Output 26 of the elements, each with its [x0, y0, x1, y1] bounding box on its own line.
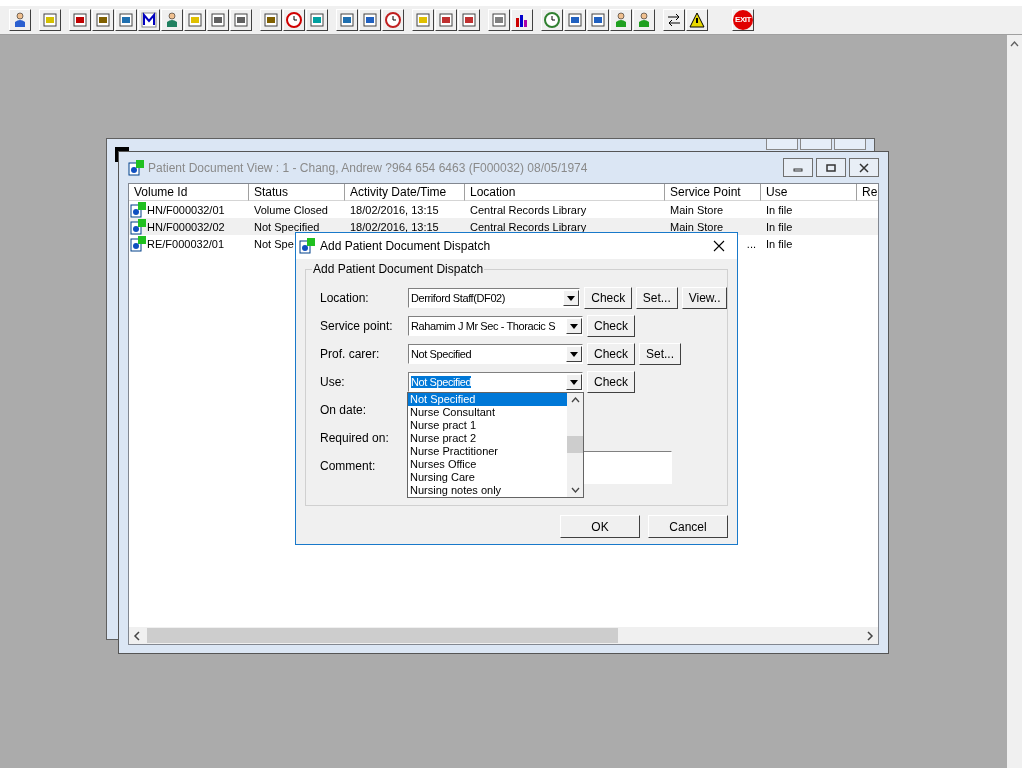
field-label: Required on:	[320, 431, 390, 445]
field-label: Prof. carer:	[320, 347, 381, 361]
table-cell: Central Records Library	[470, 203, 587, 216]
table-cell: RE/F000032/01	[147, 237, 225, 250]
table-cell: 18/02/2016, 13:15	[350, 203, 439, 216]
field-label: Service point:	[320, 319, 394, 333]
table-cell: Central Records Library	[470, 220, 587, 233]
table-cell: Not Specified	[254, 220, 320, 233]
table-cell: HN/F000032/01	[147, 203, 225, 216]
table-cell: Volume Closed	[254, 203, 328, 216]
table-cell: In file	[766, 237, 793, 250]
table-cell: Main Store	[670, 203, 724, 216]
table-cell: Main Store	[670, 220, 724, 233]
dialog-title: Add Patient Document Dispatch	[320, 239, 491, 253]
window-title: Patient Document View : 1 - Chang, Andrew ?964 654 6463 (F000032) 08/05/1974	[148, 160, 588, 175]
table-cell: ...	[746, 237, 756, 250]
table-cell: Not Spe	[254, 237, 294, 250]
field-label: Use:	[320, 375, 346, 389]
field-label: On date:	[320, 403, 368, 417]
field-label: Comment:	[320, 459, 377, 473]
table-cell: HN/F000032/02	[147, 220, 225, 233]
table-cell: In file	[766, 220, 793, 233]
table-cell: In file	[766, 203, 793, 216]
table-cell: 18/02/2016, 13:15	[350, 220, 439, 233]
group-title: Add Patient Document Dispatch	[312, 262, 485, 276]
field-label: Location:	[320, 291, 370, 305]
